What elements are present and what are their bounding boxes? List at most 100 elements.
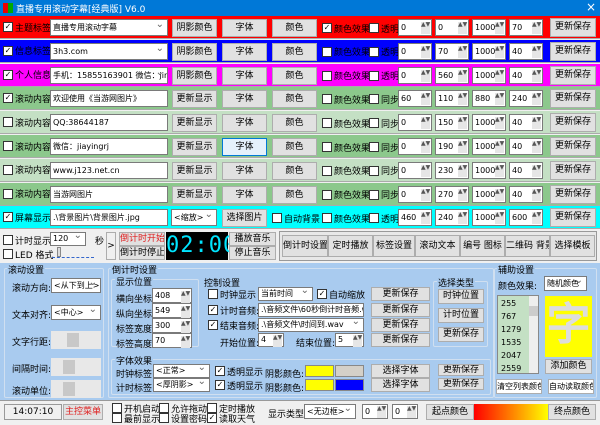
color-list-item[interactable]: 767 bbox=[501, 312, 516, 321]
row-text-input[interactable]: 3h3.com bbox=[50, 42, 168, 60]
tab-timed-play[interactable]: 定时播放 bbox=[328, 235, 373, 257]
update-save-button[interactable]: 更新保存 bbox=[550, 208, 596, 228]
spinner-arrows-icon[interactable]: ▲▼ bbox=[495, 69, 504, 82]
color-effect-select[interactable]: 随机颜色 bbox=[544, 276, 587, 291]
position-spinner[interactable]: 190 ▲▼ bbox=[435, 138, 469, 155]
spinner-arrows-icon[interactable]: ▲▼ bbox=[421, 69, 430, 82]
clock-style-select[interactable]: <正常> bbox=[153, 364, 210, 378]
color-effect-checkbox[interactable]: 颜色效果 bbox=[322, 116, 370, 130]
spinner-arrows-icon[interactable]: ▲▼ bbox=[532, 212, 541, 225]
close-icon[interactable]: × bbox=[586, 0, 596, 14]
scale-select[interactable]: <缩放> bbox=[171, 209, 217, 227]
transparent-checkbox[interactable]: 透明 bbox=[369, 45, 399, 59]
position-spinner[interactable]: 0 ▲▼ bbox=[398, 185, 432, 203]
timer-transparent-checkbox[interactable]: ✓ 透明显示 bbox=[215, 378, 263, 392]
led-format-checkbox[interactable]: LED 格式 bbox=[3, 247, 54, 261]
position-spinner[interactable]: 560 ▲▼ bbox=[435, 66, 469, 84]
clock-color-swatch[interactable] bbox=[305, 365, 334, 377]
row-text-input[interactable]: .\背景图片\背景图片.jpg bbox=[50, 209, 168, 227]
transparent-checkbox[interactable]: 透明 bbox=[369, 69, 399, 83]
update-save-button[interactable]: 更新保存 bbox=[550, 160, 596, 180]
spinner-arrows-icon[interactable]: ▲▼ bbox=[458, 45, 467, 58]
timer-position-button[interactable]: 计时位置 bbox=[438, 308, 484, 323]
color-list-item[interactable]: 2559 bbox=[501, 364, 521, 373]
update-display-button[interactable]: 更新显示 bbox=[172, 138, 217, 156]
clock-mode-select[interactable]: 当前时间 bbox=[258, 287, 313, 301]
position-spinner[interactable]: 70 ▲▼ bbox=[435, 42, 469, 60]
shadow-color-button[interactable]: 阴影颜色 bbox=[172, 19, 217, 37]
color-button[interactable]: 颜色 bbox=[272, 19, 317, 37]
timer-font-save-button[interactable]: 更新保存 bbox=[438, 378, 484, 390]
color-list-item[interactable]: 1279 bbox=[501, 325, 521, 334]
font-button[interactable]: 字体 bbox=[222, 161, 267, 180]
play-music-button[interactable]: 播放音乐 bbox=[229, 232, 276, 246]
timer-color-swatch[interactable] bbox=[305, 379, 334, 391]
spinner-arrows-icon[interactable]: ▲▼ bbox=[421, 45, 430, 58]
main-menu-button[interactable]: 主控菜单 bbox=[63, 404, 103, 420]
color-button[interactable]: 颜色 bbox=[272, 185, 317, 204]
timer-show-checkbox[interactable]: 计时显示 bbox=[3, 233, 51, 247]
position-spinner[interactable]: 70 ▲▼ bbox=[509, 19, 543, 36]
tab-countdown-settings[interactable]: 倒计时设置 bbox=[282, 235, 328, 257]
spinner-arrows-icon[interactable]: ▲▼ bbox=[458, 188, 467, 201]
spinner-arrows-icon[interactable]: ▲▼ bbox=[532, 22, 541, 34]
position-spinner[interactable]: 0 ▲▼ bbox=[398, 161, 432, 179]
spinner-arrows-icon[interactable]: ▲▼ bbox=[458, 22, 467, 34]
position-spinner[interactable]: 1000 ▲▼ bbox=[472, 66, 506, 84]
position-spinner[interactable]: 150 ▲▼ bbox=[435, 114, 469, 132]
seconds-select[interactable]: 120 bbox=[50, 232, 86, 246]
direction-select[interactable]: <从下到上> bbox=[51, 278, 101, 293]
clock-save-button[interactable]: 更新保存 bbox=[371, 287, 430, 301]
position-spinner[interactable]: 1000 ▲▼ bbox=[472, 114, 506, 132]
start-pos-spinner[interactable]: 4 ▲▼ bbox=[258, 333, 284, 347]
spinner-arrows-icon[interactable]: ▲▼ bbox=[421, 164, 430, 177]
timer-audio-select[interactable]: .\音频文件\60秒倒计时音频.w bbox=[258, 303, 364, 317]
countdown-start-button[interactable]: 倒计时开始 bbox=[119, 232, 165, 246]
spinner-arrows-icon[interactable]: ▲▼ bbox=[532, 164, 541, 177]
update-display-button[interactable]: 更新显示 bbox=[172, 185, 217, 204]
row-enable-checkbox[interactable]: ✓ 屏幕显示 bbox=[3, 210, 51, 224]
sync-checkbox[interactable]: 同步 bbox=[369, 92, 399, 106]
update-display-button[interactable]: 更新显示 bbox=[172, 161, 217, 180]
spinner-arrows-icon[interactable]: ▲▼ bbox=[421, 141, 430, 153]
position-spinner[interactable]: 460 ▲▼ bbox=[398, 209, 432, 227]
spinner-arrows-icon[interactable]: ▲▼ bbox=[458, 117, 467, 130]
auto-bg-checkbox[interactable]: 自动背景 bbox=[272, 211, 320, 225]
update-save-button[interactable]: 更新保存 bbox=[550, 137, 596, 156]
align-select[interactable]: <中心> bbox=[51, 305, 101, 320]
font-button[interactable]: 字体 bbox=[222, 42, 267, 61]
position-spinner[interactable]: 1000 ▲▼ bbox=[472, 209, 506, 227]
spacing-scrollbar[interactable] bbox=[51, 331, 101, 349]
spinner-arrows-icon[interactable]: ▲▼ bbox=[532, 93, 541, 106]
spinner-arrows-icon[interactable]: ▲▼ bbox=[495, 45, 504, 58]
font-button[interactable]: 字体 bbox=[222, 114, 267, 133]
spinner-arrows-icon[interactable]: ▲▼ bbox=[532, 188, 541, 201]
start-color-button[interactable]: 起点颜色 bbox=[426, 404, 474, 420]
y-spinner[interactable]: 549 ▲▼ bbox=[152, 303, 192, 318]
update-display-button[interactable]: 更新显示 bbox=[172, 114, 217, 133]
color-effect-checkbox[interactable]: 颜色效果 bbox=[322, 211, 370, 225]
position-spinner[interactable]: 40 ▲▼ bbox=[509, 138, 543, 155]
spinner-arrows-icon[interactable]: ▲▼ bbox=[458, 141, 467, 153]
tab-qrcode-bg[interactable]: 二维码 背景 bbox=[505, 235, 550, 257]
shadow-color-button[interactable]: 阴影颜色 bbox=[172, 42, 217, 61]
color-list-item[interactable]: 2047 bbox=[501, 351, 521, 360]
color-effect-checkbox[interactable]: 颜色效果 bbox=[322, 45, 370, 59]
position-spinner[interactable]: 230 ▲▼ bbox=[435, 161, 469, 179]
auto-zoom-checkbox[interactable]: ✓ 自动缩放 bbox=[317, 287, 365, 301]
spinner-arrows-icon[interactable]: ▲▼ bbox=[495, 93, 504, 106]
position-spinner[interactable]: 0 ▲▼ bbox=[398, 42, 432, 60]
row-text-input[interactable]: QQ:38644187 bbox=[50, 114, 168, 132]
offset-x-spinner[interactable]: 0 ▲▼ bbox=[362, 404, 388, 419]
font-button[interactable]: 字体 bbox=[222, 90, 267, 109]
color-button[interactable]: 颜色 bbox=[272, 161, 317, 180]
update-save-button[interactable]: 更新保存 bbox=[550, 113, 596, 133]
spinner-arrows-icon[interactable]: ▲▼ bbox=[421, 93, 430, 106]
list-scrollbar[interactable] bbox=[529, 296, 538, 373]
position-spinner[interactable]: 1000 ▲▼ bbox=[472, 161, 506, 179]
clock-font-button[interactable]: 选择字体 bbox=[371, 364, 430, 378]
color-button[interactable]: 颜色 bbox=[272, 114, 317, 133]
spinner-arrows-icon[interactable]: ▲▼ bbox=[458, 164, 467, 177]
h-spinner[interactable]: 70 ▲▼ bbox=[152, 333, 192, 348]
position-spinner[interactable]: 40 ▲▼ bbox=[509, 42, 543, 60]
